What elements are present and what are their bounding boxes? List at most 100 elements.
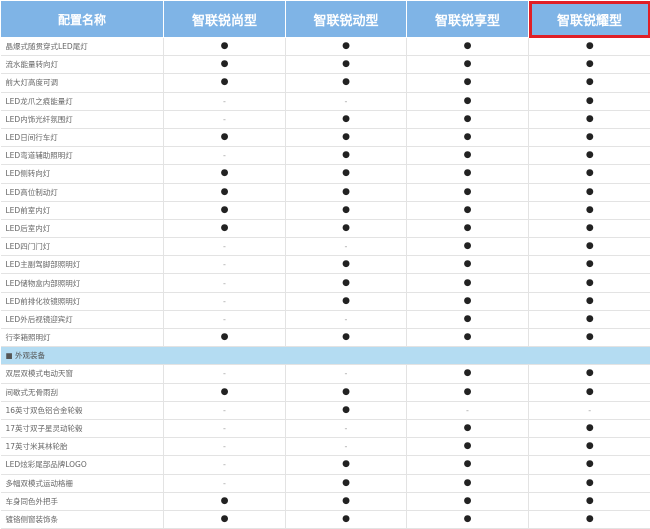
availability-cell: -	[164, 292, 286, 310]
table-row: LED高位制动灯●●●●	[1, 183, 650, 201]
availability-cell: ●	[286, 74, 407, 92]
availability-cell: ●	[286, 219, 407, 237]
availability-cell: ●	[286, 329, 407, 347]
availability-cell: ●	[407, 383, 529, 401]
availability-cell: ●	[529, 201, 650, 219]
table-row: LED前排化妆镜照明灯-●●●	[1, 292, 650, 310]
availability-cell: ●	[529, 329, 650, 347]
availability-cell: -	[164, 438, 286, 456]
availability-cell: ●	[164, 201, 286, 219]
availability-cell: ●	[286, 183, 407, 201]
feature-name: LED外后视镜迎宾灯	[1, 310, 164, 328]
availability-cell: -	[164, 401, 286, 419]
header-config-name: 配置名称	[1, 1, 164, 38]
table-row: LED储物盒内部照明灯-●●●	[1, 274, 650, 292]
availability-cell: ●	[164, 56, 286, 74]
availability-cell: ●	[407, 474, 529, 492]
header-row: 配置名称 智联锐尚型 智联锐动型 智联锐享型 智联锐耀型	[1, 1, 650, 38]
table-row: 17英寸双子星灵动轮毂--●●	[1, 419, 650, 437]
feature-name: LED四门门灯	[1, 238, 164, 256]
availability-cell: ●	[164, 329, 286, 347]
availability-cell: -	[164, 92, 286, 110]
feature-name: LED龙爪之痕能量灯	[1, 92, 164, 110]
feature-name: LED后室内灯	[1, 219, 164, 237]
availability-cell: ●	[164, 128, 286, 146]
availability-cell: ●	[529, 292, 650, 310]
availability-cell: ●	[286, 110, 407, 128]
availability-cell: -	[164, 419, 286, 437]
feature-name: LED前室内灯	[1, 201, 164, 219]
table-row: 16英寸双色铝合金轮毂-●--	[1, 401, 650, 419]
availability-cell: ●	[407, 456, 529, 474]
availability-cell: ●	[407, 310, 529, 328]
table-row: 镀铬侧窗装饰条●●●●	[1, 510, 650, 528]
availability-cell: ●	[407, 329, 529, 347]
table-row: LED前室内灯●●●●	[1, 201, 650, 219]
feature-name: 流水能量转向灯	[1, 56, 164, 74]
feature-name: LED侧转向灯	[1, 165, 164, 183]
table-row: LED内饰光纤氛围灯-●●●	[1, 110, 650, 128]
availability-cell: ●	[529, 147, 650, 165]
availability-cell: ●	[529, 456, 650, 474]
availability-cell: -	[164, 256, 286, 274]
availability-cell: ●	[286, 147, 407, 165]
availability-cell: -	[286, 310, 407, 328]
availability-cell: ●	[529, 510, 650, 528]
table-row: LED龙爪之痕能量灯--●●	[1, 92, 650, 110]
table-row: 间歇式无骨雨刮●●●●	[1, 383, 650, 401]
feature-name: 17英寸米其林轮胎	[1, 438, 164, 456]
availability-cell: ●	[407, 438, 529, 456]
feature-name: LED炫彩尾部品牌LOGO	[1, 456, 164, 474]
availability-cell: -	[164, 110, 286, 128]
availability-cell: ●	[407, 419, 529, 437]
availability-cell: ●	[164, 165, 286, 183]
availability-cell: -	[286, 365, 407, 383]
table-row: 多幅双模式运动格栅-●●●	[1, 474, 650, 492]
feature-name: LED内饰光纤氛围灯	[1, 110, 164, 128]
availability-cell: ●	[529, 110, 650, 128]
availability-cell: -	[286, 438, 407, 456]
availability-cell: ●	[286, 274, 407, 292]
feature-name: 16英寸双色铝合金轮毂	[1, 401, 164, 419]
availability-cell: ●	[286, 128, 407, 146]
availability-cell: -	[164, 238, 286, 256]
availability-cell: ●	[407, 201, 529, 219]
availability-cell: ●	[407, 56, 529, 74]
header-trim-4-highlighted: 智联锐耀型	[529, 1, 650, 38]
availability-cell: ●	[529, 365, 650, 383]
feature-name: 镀铬侧窗装饰条	[1, 510, 164, 528]
availability-cell: ●	[286, 201, 407, 219]
table-row: LED侧转向灯●●●●	[1, 165, 650, 183]
availability-cell: ●	[407, 492, 529, 510]
availability-cell: ●	[286, 401, 407, 419]
availability-cell: ●	[529, 383, 650, 401]
availability-cell: ●	[286, 292, 407, 310]
availability-cell: ●	[407, 183, 529, 201]
feature-name: 17英寸双子星灵动轮毂	[1, 419, 164, 437]
table-row: 流水能量转向灯●●●●	[1, 56, 650, 74]
availability-cell: -	[164, 310, 286, 328]
availability-cell: ●	[529, 492, 650, 510]
table-row: LED日间行车灯●●●●	[1, 128, 650, 146]
availability-cell: ●	[529, 438, 650, 456]
feature-name: LED储物盒内部照明灯	[1, 274, 164, 292]
table-row: LED四门门灯--●●	[1, 238, 650, 256]
availability-cell: ●	[286, 56, 407, 74]
section-label: ■ 外观装备	[1, 347, 650, 365]
availability-cell: ●	[529, 92, 650, 110]
availability-cell: ●	[407, 510, 529, 528]
availability-cell: ●	[407, 292, 529, 310]
availability-cell: ●	[529, 419, 650, 437]
availability-cell: ●	[164, 74, 286, 92]
availability-cell: ●	[529, 474, 650, 492]
table-row: 行李箱照明灯●●●●	[1, 329, 650, 347]
availability-cell: ●	[529, 56, 650, 74]
availability-cell: -	[286, 419, 407, 437]
availability-cell: ●	[407, 165, 529, 183]
feature-name: 前大灯高度可调	[1, 74, 164, 92]
feature-name: 间歇式无骨雨刮	[1, 383, 164, 401]
availability-cell: ●	[286, 165, 407, 183]
availability-cell: ●	[407, 74, 529, 92]
feature-name: LED高位制动灯	[1, 183, 164, 201]
availability-cell: ●	[407, 219, 529, 237]
